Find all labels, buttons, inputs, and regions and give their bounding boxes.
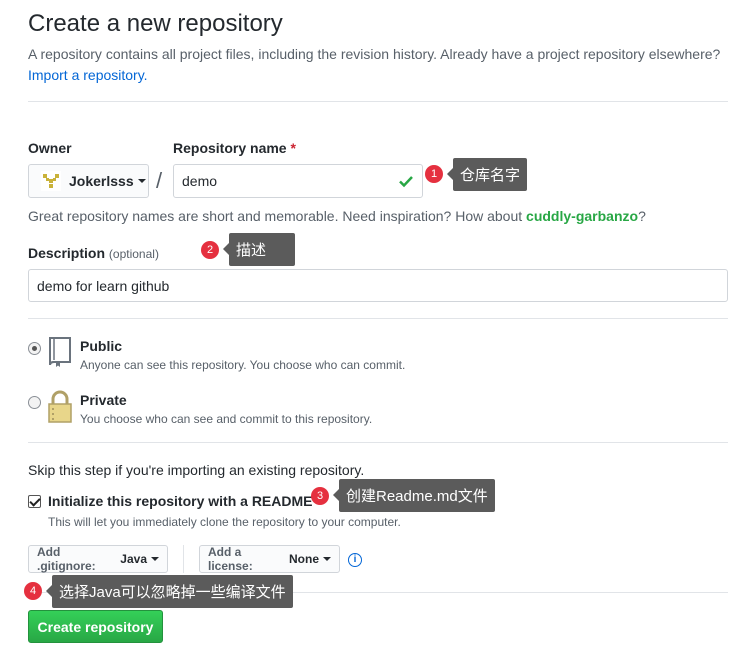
repo-name-label-text: Repository name	[173, 140, 287, 156]
repo-name-label: Repository name *	[173, 140, 296, 156]
owner-label: Owner	[28, 140, 72, 156]
hint-end: ?	[638, 208, 646, 224]
gitignore-label: Add .gitignore:	[37, 545, 96, 573]
annotation-badge-4: 4	[24, 582, 42, 600]
check-icon	[399, 176, 413, 188]
description-value: demo for learn github	[37, 277, 170, 294]
annotation-badge-2: 2	[201, 241, 219, 259]
readme-label[interactable]: Initialize this repository with a README	[48, 493, 312, 509]
import-repository-link[interactable]: Import a repository.	[28, 67, 148, 83]
annotation-badge-3: 3	[311, 487, 329, 505]
license-value: None	[289, 552, 319, 566]
license-label: Add a license:	[208, 545, 253, 573]
caret-down-icon	[323, 557, 331, 561]
hint-text: Great repository names are short and mem…	[28, 208, 527, 224]
owner-repo-separator: /	[156, 168, 163, 193]
public-title: Public	[80, 338, 123, 354]
annotation-label-1: 仓库名字	[446, 158, 528, 191]
repo-book-icon	[49, 337, 71, 367]
gitignore-value: Java	[120, 552, 147, 566]
owner-select[interactable]: Jokerlsss	[28, 164, 149, 198]
repo-name-input[interactable]: demo	[173, 164, 423, 198]
description-label: Description (optional)	[28, 245, 159, 261]
optional-hint: (optional)	[108, 247, 159, 261]
private-title: Private	[80, 392, 127, 408]
public-radio[interactable]	[28, 342, 41, 355]
name-suggestion[interactable]: cuddly-garbanzo	[526, 208, 638, 224]
select-separator	[183, 545, 184, 573]
owner-name: Jokerlsss	[69, 173, 134, 189]
license-select[interactable]: Add a license: None	[199, 545, 340, 573]
page-title: Create a new repository	[28, 10, 283, 37]
divider	[28, 101, 728, 102]
description-input[interactable]: demo for learn github	[28, 269, 728, 302]
private-radio[interactable]	[28, 396, 41, 409]
divider	[28, 318, 728, 319]
skip-text: Skip this step if you're importing an ex…	[28, 462, 365, 478]
annotation-label-4: 选择Java可以忽略掉一些编译文件	[46, 575, 293, 608]
caret-down-icon	[137, 179, 146, 183]
gitignore-select[interactable]: Add .gitignore: Java	[28, 545, 168, 573]
caret-down-icon	[151, 557, 159, 561]
annotation-badge-1: 1	[425, 165, 443, 183]
divider	[28, 442, 728, 443]
lock-icon	[48, 390, 72, 423]
private-desc: You choose who can see and commit to thi…	[80, 412, 373, 426]
annotation-label-3: 创建Readme.md文件	[333, 479, 495, 512]
intro-text: A repository contains all project files,…	[28, 44, 728, 86]
required-mark: *	[290, 140, 296, 156]
readme-checkbox[interactable]	[28, 495, 41, 508]
annotation-label-2: 描述	[223, 233, 295, 266]
public-desc: Anyone can see this repository. You choo…	[80, 358, 406, 372]
name-hint: Great repository names are short and mem…	[28, 208, 646, 224]
info-icon[interactable]: i	[348, 553, 362, 567]
intro-description: A repository contains all project files,…	[28, 46, 721, 62]
owner-avatar-icon	[41, 171, 61, 191]
repo-name-value: demo	[182, 173, 218, 189]
create-repository-button[interactable]: Create repository	[28, 610, 163, 643]
readme-desc: This will let you immediately clone the …	[48, 515, 401, 529]
description-label-text: Description	[28, 245, 106, 261]
